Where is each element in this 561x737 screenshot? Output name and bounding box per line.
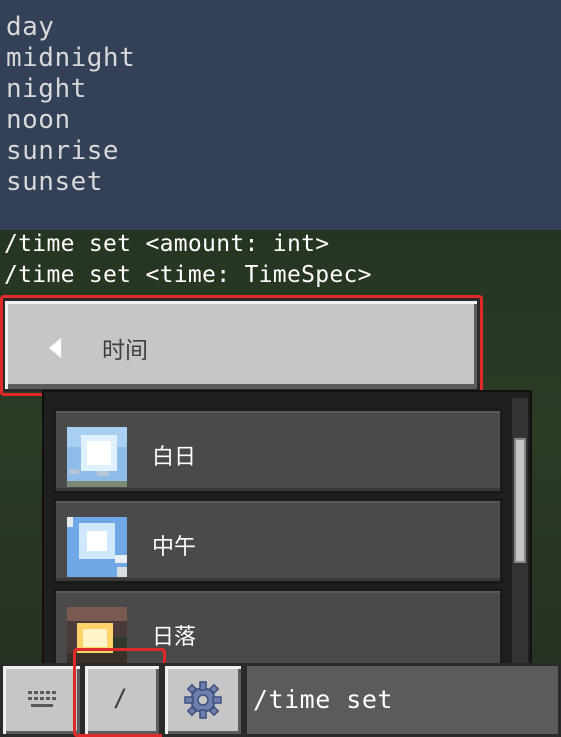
preset-item-sunset[interactable]: 日落 (53, 588, 503, 663)
keyboard-icon (28, 691, 56, 707)
preset-label: 白日 (152, 445, 197, 470)
command-input[interactable]: /time set (244, 663, 561, 737)
keyboard-button[interactable] (0, 663, 83, 737)
slash-command-button[interactable]: / (82, 663, 162, 737)
day-sky-icon (67, 427, 127, 487)
scrollbar-thumb[interactable] (514, 438, 526, 563)
gear-icon (184, 681, 222, 719)
preset-item-day[interactable]: 白日 (53, 408, 503, 494)
sunset-sky-icon (67, 607, 127, 663)
suggestion-item[interactable]: noon (6, 105, 306, 136)
suggestion-item[interactable]: night (6, 74, 306, 105)
syntax-hint: /time set <amount: int> (4, 231, 330, 257)
slash-label: / (113, 684, 128, 712)
suggestion-item[interactable]: sunset (6, 167, 306, 198)
suggestion-item[interactable]: midnight (6, 43, 306, 74)
autocomplete-list: day midnight night noon sunrise sunset (6, 12, 306, 198)
syntax-hint: /time set <time: TimeSpec> (4, 262, 372, 288)
preset-label: 日落 (152, 625, 197, 650)
preset-label: 中午 (152, 535, 197, 560)
settings-button[interactable] (162, 663, 244, 737)
time-preset-panel: 白日 中午 日落 (42, 390, 532, 665)
category-title: 时间 (102, 338, 148, 364)
syntax-hints: /time set <amount: int> /time set <time:… (4, 229, 559, 291)
preset-item-noon[interactable]: 中午 (53, 498, 503, 584)
category-back-button[interactable]: 时间 (2, 298, 480, 392)
scrollbar-track[interactable] (512, 398, 528, 663)
suggestion-item[interactable]: sunrise (6, 136, 306, 167)
noon-sky-icon (67, 517, 127, 577)
back-arrow-icon (49, 338, 61, 358)
suggestion-item[interactable]: day (6, 12, 306, 43)
